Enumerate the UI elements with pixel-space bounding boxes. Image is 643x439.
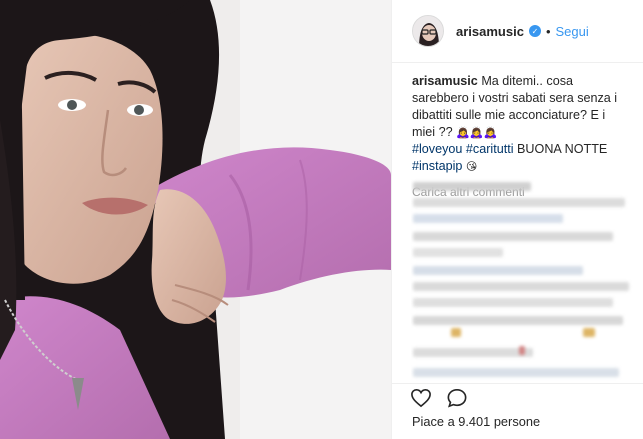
heart-icon[interactable] — [410, 388, 432, 408]
hashtag-caritutti[interactable]: #caritutti — [466, 142, 514, 156]
list-item — [413, 232, 613, 241]
post-header: arisamusic ✓ • Segui — [392, 0, 643, 63]
list-item — [413, 298, 613, 307]
portrait-image — [0, 0, 391, 439]
list-item — [413, 214, 563, 223]
list-item — [413, 198, 625, 207]
likes-count[interactable]: Piace a 9.401 persone — [412, 414, 540, 429]
list-item — [413, 316, 623, 325]
list-item — [413, 182, 531, 191]
hashtag-instapip[interactable]: #instapip — [412, 159, 462, 173]
blurred-comments-list — [411, 178, 643, 383]
list-item — [413, 348, 533, 357]
separator-dot: • — [545, 23, 551, 39]
caption-tail: BUONA NOTTE — [517, 142, 608, 156]
avatar[interactable] — [412, 15, 444, 47]
list-item — [583, 328, 595, 337]
kiss-emoji: 😘 — [465, 160, 478, 173]
caption-author[interactable]: arisamusic — [412, 74, 478, 88]
list-item — [413, 368, 619, 377]
caption-emojis: 🙇‍♀️🙇‍♀️🙇‍♀️ — [456, 126, 498, 139]
post-photo[interactable] — [0, 0, 391, 439]
list-item — [413, 282, 629, 291]
post-actions — [392, 383, 643, 411]
list-item — [413, 248, 503, 257]
post-caption: arisamusic Ma ditemi.. cosa sarebbero i … — [392, 63, 643, 175]
list-item — [451, 328, 461, 337]
list-item — [519, 346, 525, 355]
follow-button[interactable]: Segui — [556, 24, 589, 39]
comment-bubble-icon[interactable] — [446, 388, 468, 408]
hashtag-loveyou[interactable]: #loveyou — [412, 142, 462, 156]
verified-badge-icon: ✓ — [528, 25, 541, 37]
post-username[interactable]: arisamusic — [456, 24, 524, 39]
list-item — [413, 266, 583, 275]
avatar-image — [413, 16, 443, 46]
